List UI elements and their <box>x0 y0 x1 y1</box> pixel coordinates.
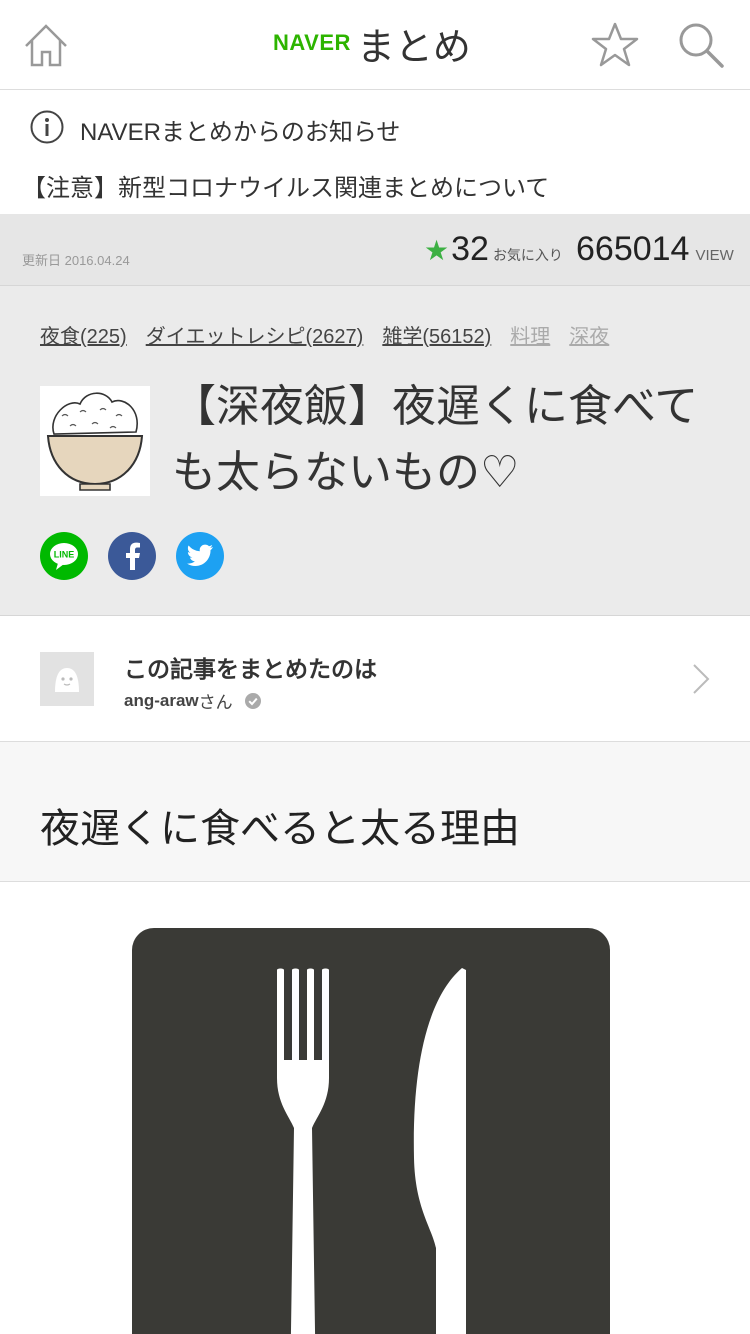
favorite-count-value: 32 <box>451 230 489 268</box>
logo-matome-text: まとめ <box>356 24 471 69</box>
author-heading: この記事をまとめたのは <box>124 656 377 682</box>
view-count: 665014 VIEW <box>576 230 734 269</box>
author-name-line: ang-araw さん <box>124 688 261 713</box>
share-facebook-button[interactable] <box>108 532 156 580</box>
author-row[interactable]: この記事をまとめたのは ang-araw さん <box>0 616 750 742</box>
favorite-count[interactable]: ★ 32 お気に入り <box>424 230 563 269</box>
top-bar: NAVER まとめ <box>0 0 750 90</box>
section-title: 夜遅くに食べると太る理由 <box>40 806 520 852</box>
tag-list: 夜食(225) ダイエットレシピ(2627) 雑学(56152) 料理 深夜 <box>40 320 609 349</box>
avatar <box>40 652 94 706</box>
notice-panel: NAVERまとめからのお知らせ 【注意】新型コロナウイルス関連まとめについて <box>0 90 750 214</box>
home-icon[interactable] <box>22 22 70 68</box>
chevron-right-icon <box>693 664 710 694</box>
article-header: 夜食(225) ダイエットレシピ(2627) 雑学(56152) 料理 深夜 【… <box>0 286 750 616</box>
tag-zatsugaku[interactable]: 雑学(56152) <box>382 320 491 349</box>
view-count-value: 665014 <box>576 230 690 268</box>
rice-bowl-thumbnail <box>40 386 150 496</box>
notice-title: NAVERまとめからのお知らせ <box>80 119 401 146</box>
facebook-icon <box>126 542 140 570</box>
share-line-button[interactable]: LINE <box>40 532 88 580</box>
section-heading-block: 夜遅くに食べると太る理由 <box>0 742 750 882</box>
stats-bar: 更新日 2016.04.24 ★ 32 お気に入り 665014 VIEW <box>0 214 750 286</box>
share-twitter-button[interactable] <box>176 532 224 580</box>
site-logo[interactable]: NAVER まとめ <box>273 18 471 69</box>
view-label: VIEW <box>695 247 734 264</box>
tag-yashoku[interactable]: 夜食(225) <box>40 320 127 349</box>
favorite-star-icon: ★ <box>424 235 450 266</box>
article-title: 【深夜飯】夜遅くに食べても太らないもの♡ <box>172 381 699 498</box>
notice-link[interactable]: 【注意】新型コロナウイルス関連まとめについて <box>22 168 549 203</box>
tag-diet-recipe[interactable]: ダイエットレシピ(2627) <box>146 320 364 349</box>
verified-check-icon <box>244 692 261 709</box>
author-name: ang-araw <box>124 690 199 710</box>
twitter-icon <box>187 544 213 566</box>
author-suffix: さん <box>198 693 233 712</box>
star-icon[interactable] <box>590 20 640 70</box>
tag-shinya[interactable]: 深夜 <box>569 320 609 349</box>
search-icon[interactable] <box>676 20 726 70</box>
fork-and-knife-image <box>132 928 610 1334</box>
logo-naver-text: NAVER <box>273 30 351 55</box>
favorite-label: お気に入り <box>492 247 563 263</box>
line-icon: LINE <box>50 543 78 570</box>
tag-ryori[interactable]: 料理 <box>510 320 550 349</box>
updated-date: 更新日 2016.04.24 <box>22 253 130 268</box>
svg-text:LINE: LINE <box>54 550 75 560</box>
article-image-block <box>0 882 750 1334</box>
info-icon <box>30 110 64 144</box>
